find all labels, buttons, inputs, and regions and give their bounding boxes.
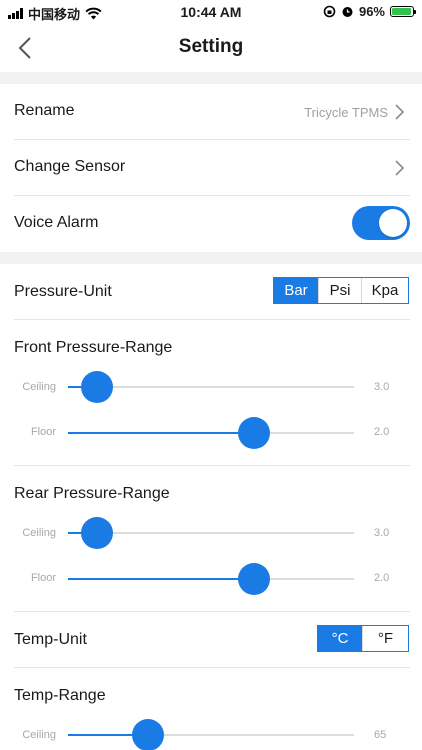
- change-sensor-row[interactable]: Change Sensor: [0, 140, 422, 196]
- temp-unit-label: Temp-Unit: [14, 631, 87, 648]
- front-floor-slider[interactable]: [68, 417, 354, 449]
- divider: [14, 465, 410, 466]
- pressure-unit-psi-option[interactable]: Psi: [318, 278, 361, 303]
- front-floor-value: 2.0: [374, 426, 390, 438]
- rear-pressure-range-title: Rear Pressure-Range: [14, 485, 170, 502]
- rear-ceiling-value: 3.0: [374, 527, 390, 539]
- battery-icon: [390, 6, 416, 17]
- pressure-unit-bar-option[interactable]: Bar: [274, 278, 318, 303]
- pressure-unit-kpa-option[interactable]: Kpa: [361, 278, 408, 303]
- alarm-clock-icon: [342, 7, 353, 17]
- status-right: 96%: [323, 4, 416, 19]
- chevron-right-icon: [395, 160, 405, 176]
- toggle-knob: [379, 209, 407, 237]
- temp-ceiling-value: 65: [374, 729, 387, 741]
- page-title: Setting: [178, 36, 244, 57]
- voice-alarm-row: Voice Alarm: [0, 196, 422, 252]
- status-bar: 中国移动 10:44 AM 96%: [0, 0, 422, 24]
- temp-range-title: Temp-Range: [14, 687, 106, 704]
- temp-unit-celsius-option[interactable]: °C: [318, 626, 362, 651]
- rear-ceiling-slider[interactable]: [68, 517, 354, 549]
- front-floor-label: Floor: [30, 426, 56, 438]
- slider-fill: [68, 578, 254, 580]
- slider-handle[interactable]: [132, 719, 165, 750]
- temp-unit-fahrenheit-option[interactable]: °F: [362, 626, 408, 651]
- pressure-unit-segmented-control: Bar Psi Kpa: [273, 277, 409, 304]
- section-separator: [0, 252, 422, 264]
- pressure-unit-label: Pressure-Unit: [14, 283, 112, 300]
- slider-handle[interactable]: [237, 417, 270, 449]
- front-ceiling-label: Ceiling: [22, 381, 56, 393]
- rear-floor-slider[interactable]: [68, 563, 354, 595]
- slider-handle[interactable]: [237, 563, 270, 595]
- change-sensor-label: Change Sensor: [14, 158, 126, 175]
- slider-handle[interactable]: [80, 371, 113, 403]
- rename-row[interactable]: Rename Tricycle TPMS: [0, 84, 422, 140]
- nav-bar: Setting: [0, 24, 422, 72]
- temp-ceiling-slider[interactable]: [68, 719, 354, 750]
- front-ceiling-slider[interactable]: [68, 371, 354, 403]
- rear-floor-label: Floor: [30, 572, 56, 584]
- temp-unit-row: Temp-Unit °C °F: [0, 612, 422, 668]
- rename-label: Rename: [14, 102, 75, 119]
- voice-alarm-toggle[interactable]: [352, 206, 410, 240]
- battery-percent: 96%: [358, 4, 385, 19]
- front-pressure-range-title: Front Pressure-Range: [14, 339, 173, 356]
- temp-ceiling-label: Ceiling: [22, 729, 56, 741]
- divider: [14, 667, 410, 668]
- slider-fill: [68, 432, 254, 434]
- rename-value: Tricycle TPMS: [304, 105, 388, 120]
- temp-unit-segmented-control: °C °F: [317, 625, 409, 652]
- rear-ceiling-label: Ceiling: [22, 527, 56, 539]
- pressure-unit-row: Pressure-Unit Bar Psi Kpa: [0, 264, 422, 320]
- front-ceiling-value: 3.0: [374, 381, 390, 393]
- divider: [14, 319, 410, 320]
- voice-alarm-label: Voice Alarm: [14, 214, 99, 231]
- rotation-lock-icon: [323, 5, 336, 18]
- section-separator: [0, 72, 422, 84]
- chevron-right-icon: [395, 104, 405, 120]
- slider-handle[interactable]: [80, 517, 113, 549]
- rear-floor-value: 2.0: [374, 572, 390, 584]
